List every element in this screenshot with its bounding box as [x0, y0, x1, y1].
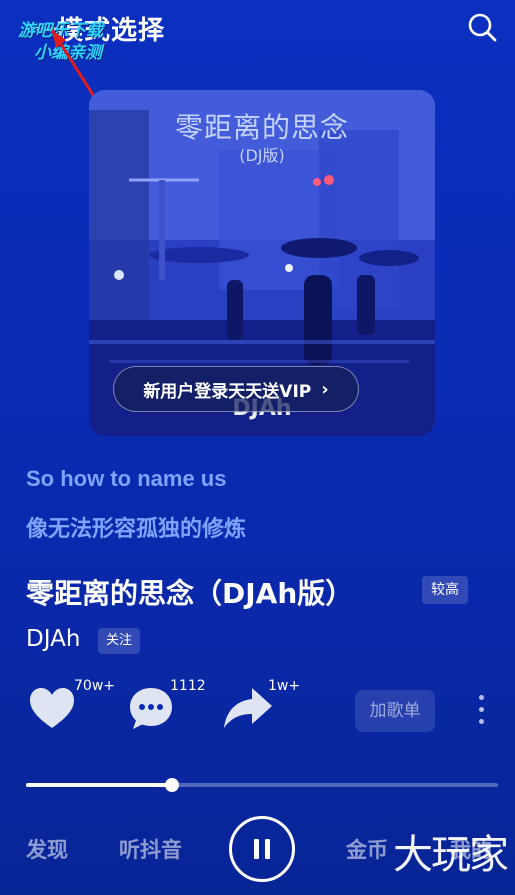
- lyric-line-next[interactable]: 像无法形容孤独的修炼: [26, 511, 246, 543]
- progress-slider[interactable]: [26, 778, 498, 792]
- add-to-playlist-button[interactable]: 加歌单: [355, 690, 435, 732]
- share-count: 1w+: [268, 678, 301, 694]
- progress-handle[interactable]: [165, 778, 180, 792]
- heart-icon: [30, 688, 74, 728]
- cover-subtitle: (DJ版): [239, 146, 285, 165]
- share-button[interactable]: 1w+: [222, 678, 300, 736]
- nav-coins[interactable]: 金币: [346, 834, 388, 864]
- cover-title: 零距离的思念: [174, 111, 349, 144]
- comment-count: 1112: [170, 678, 206, 694]
- more-options-icon[interactable]: [474, 695, 488, 729]
- follow-button[interactable]: 关注: [98, 628, 141, 654]
- pause-button[interactable]: [229, 816, 295, 882]
- comment-button[interactable]: 1112: [128, 678, 206, 736]
- comment-icon: [130, 688, 172, 729]
- vip-promo-button[interactable]: 新用户登录天天送VIP ›: [113, 366, 359, 412]
- like-button[interactable]: 70w+: [28, 678, 115, 736]
- corner-watermark: 大玩家: [393, 832, 509, 878]
- top-bar: 一模式选择 游吧乐下载 小编亲测: [0, 0, 515, 167]
- nav-douyin[interactable]: 听抖音: [119, 834, 182, 864]
- pause-icon-bar: [265, 839, 270, 859]
- song-title: 零距离的思念（DJAh版）: [26, 577, 354, 610]
- nav-discover[interactable]: 发现: [26, 834, 68, 864]
- progress-fill: [26, 783, 173, 787]
- chevron-right-icon: ›: [321, 378, 329, 400]
- share-icon: [224, 688, 272, 728]
- like-count: 70w+: [74, 678, 115, 694]
- artist-name[interactable]: DJAh: [26, 626, 80, 652]
- search-icon[interactable]: [467, 12, 497, 42]
- quality-badge[interactable]: 较高: [422, 576, 468, 604]
- pause-icon: [254, 839, 259, 859]
- lyric-line-current[interactable]: So how to name us: [26, 466, 226, 492]
- vip-promo-label: 新用户登录天天送VIP: [143, 381, 312, 402]
